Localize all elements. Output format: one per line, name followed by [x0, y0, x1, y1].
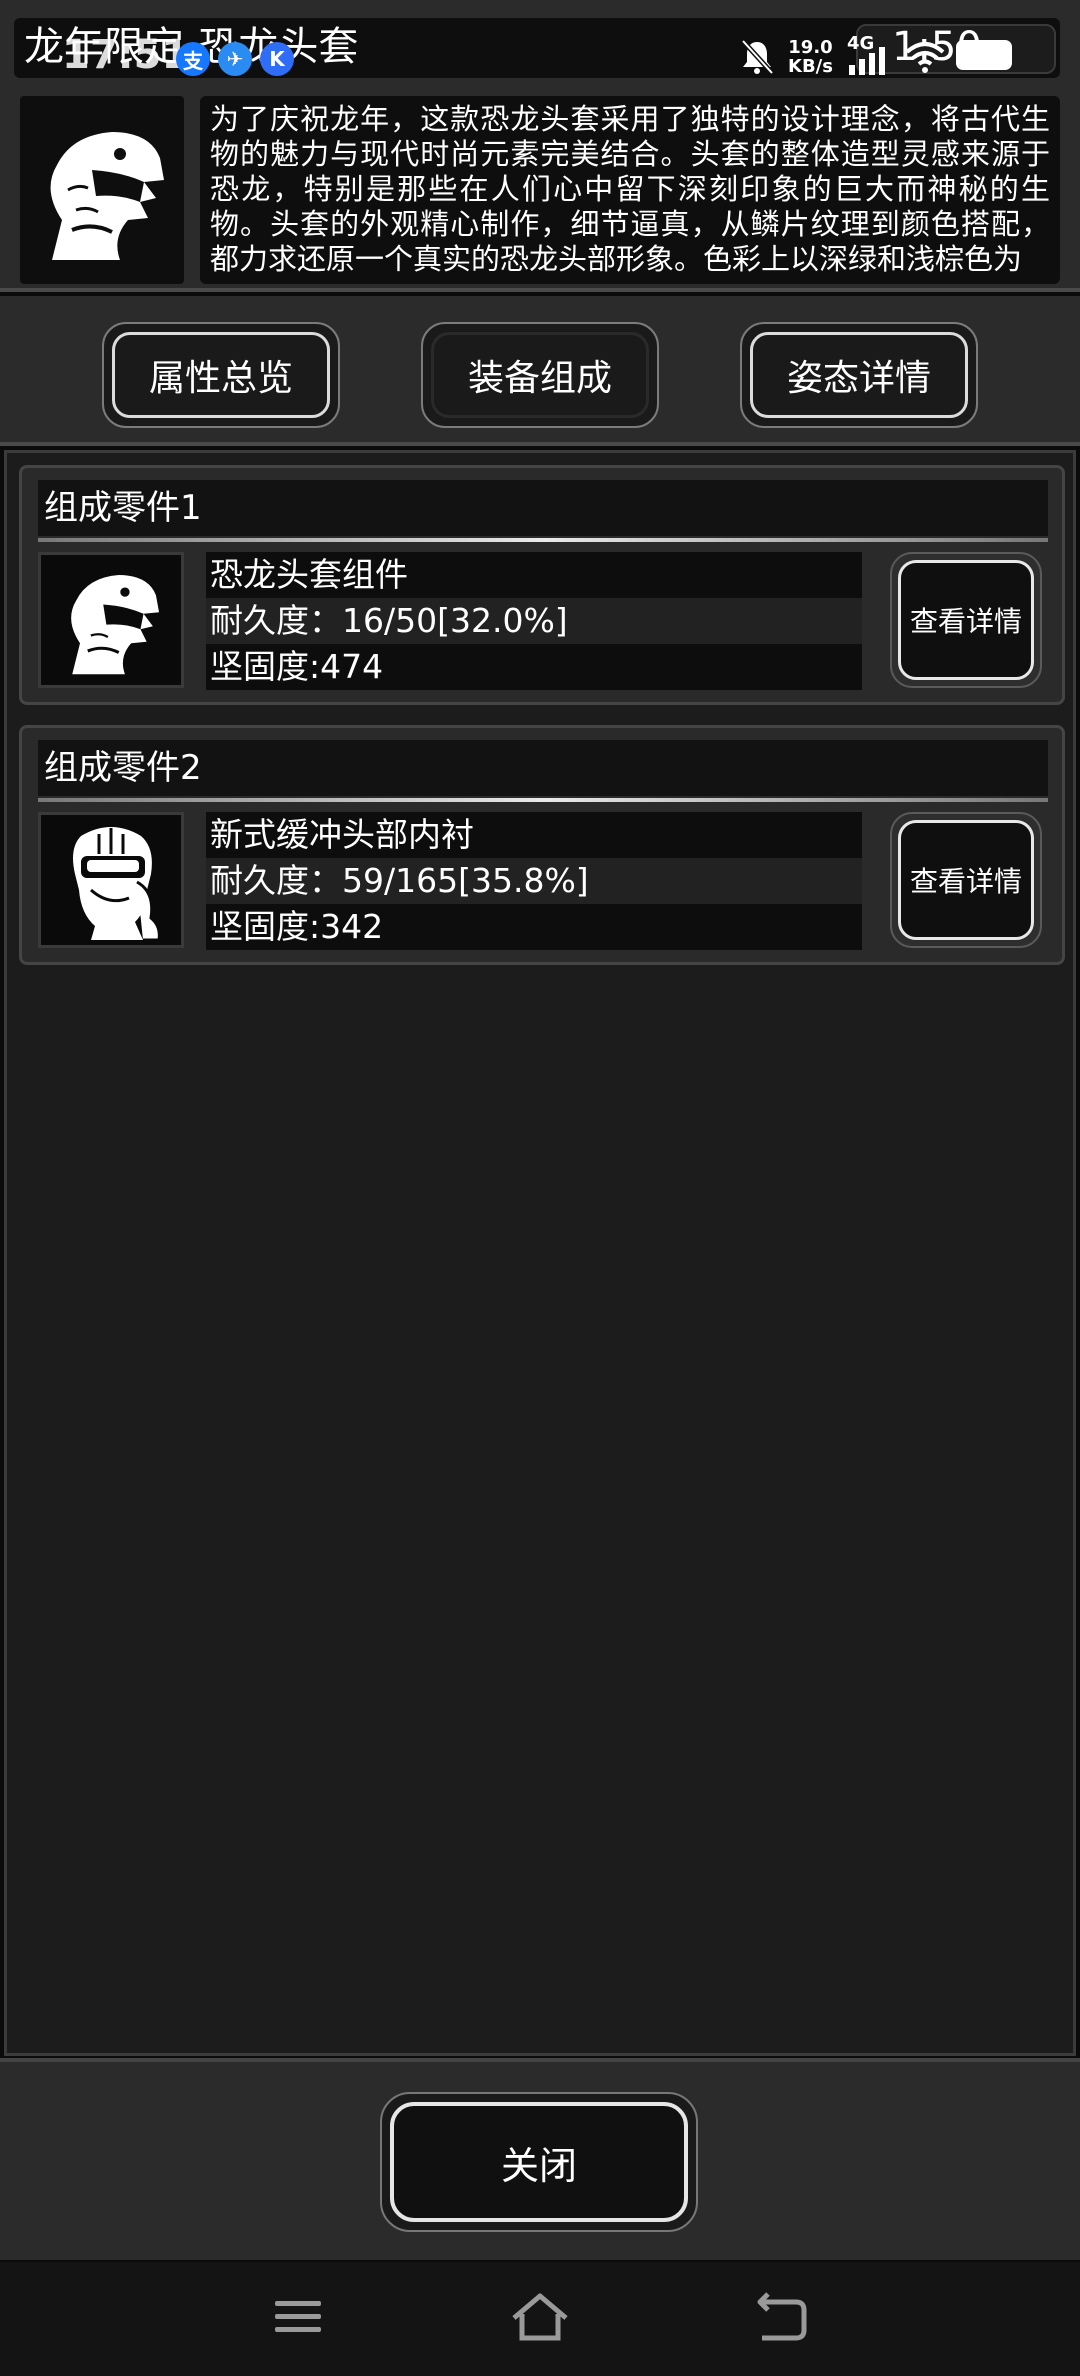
- tab-label: 装备组成: [467, 358, 612, 399]
- close-button-label: 关闭: [500, 2143, 577, 2188]
- battery-icon: [956, 40, 1012, 70]
- status-app-icons: 支 ✈ K: [176, 42, 294, 76]
- close-button[interactable]: 关闭: [380, 2092, 698, 2232]
- back-button[interactable]: [740, 2282, 820, 2352]
- parts-list[interactable]: 组成零件1 恐龙头套组件 耐久度：16/50[32.0%] 坚固度:474 查看…: [4, 450, 1076, 2056]
- part-info: 恐龙头套组件 耐久度：16/50[32.0%] 坚固度:474: [206, 552, 862, 690]
- helmet-liner-icon: [73, 827, 161, 942]
- dinosaur-head-icon: [50, 132, 164, 260]
- feather-app-icon: ✈: [218, 42, 252, 76]
- part-durability: 耐久度：16/50[32.0%]: [206, 598, 862, 644]
- divider: [38, 538, 1048, 542]
- tab-label: 属性总览: [148, 358, 293, 399]
- view-details-button[interactable]: 查看详情: [890, 552, 1042, 688]
- part-name: 新式缓冲头部内衬: [206, 812, 862, 858]
- part-name: 恐龙头套组件: [206, 552, 862, 598]
- part-header: 组成零件2: [38, 740, 1048, 796]
- tab-label: 姿态详情: [786, 358, 931, 399]
- home-button[interactable]: [500, 2282, 580, 2352]
- item-image: [20, 96, 184, 284]
- item-header: 龙年限定-恐龙头套 17:51 支 ✈ K 19.0 KB/s 4G: [0, 0, 1080, 292]
- net-speed: 19.0 KB/s: [788, 38, 833, 76]
- signal-indicator: 4G: [847, 33, 891, 77]
- divider: [38, 798, 1048, 802]
- dialog-footer: 关闭: [0, 2058, 1080, 2260]
- part-durability: 耐久度：59/165[35.8%]: [206, 858, 862, 904]
- part-image: [38, 812, 184, 948]
- part-card-2: 组成零件2 新式缓冲头部内衬 耐久度：59/165[35.8%] 坚固度:342…: [19, 725, 1065, 965]
- back-icon: [757, 2292, 807, 2341]
- part-card-1: 组成零件1 恐龙头套组件 耐久度：16/50[32.0%] 坚固度:474 查看…: [19, 465, 1065, 705]
- part-hardness: 坚固度:474: [206, 644, 862, 690]
- net-speed-unit: KB/s: [788, 56, 833, 77]
- part-header: 组成零件1: [38, 480, 1048, 536]
- tab-composition[interactable]: 装备组成: [421, 322, 659, 428]
- tab-posture[interactable]: 姿态详情: [740, 322, 978, 428]
- mute-bell-icon: [741, 39, 774, 75]
- item-description-box[interactable]: 为了庆祝龙年，这款恐龙头套采用了独特的设计理念，将古代生物的魅力与现代时尚元素完…: [200, 96, 1060, 284]
- signal-icon: [848, 47, 885, 75]
- view-details-button[interactable]: 查看详情: [890, 812, 1042, 948]
- item-description: 为了庆祝龙年，这款恐龙头套采用了独特的设计理念，将古代生物的魅力与现代时尚元素完…: [210, 102, 1050, 276]
- k-app-icon: K: [260, 42, 294, 76]
- status-time: 17:51: [62, 32, 190, 78]
- menu-icon: [275, 2301, 321, 2332]
- button-label: 查看详情: [909, 865, 1022, 898]
- menu-button[interactable]: [258, 2282, 338, 2352]
- home-icon: [512, 2293, 568, 2341]
- tab-attributes[interactable]: 属性总览: [102, 322, 340, 428]
- dinosaur-head-icon: [71, 575, 160, 675]
- alipay-icon: 支: [176, 42, 210, 76]
- system-nav-bar: [0, 2262, 1080, 2376]
- part-hardness: 坚固度:342: [206, 904, 862, 950]
- button-label: 查看详情: [909, 605, 1022, 638]
- tab-bar: 属性总览 装备组成 姿态详情: [0, 296, 1080, 446]
- net-speed-value: 19.0: [788, 37, 833, 58]
- part-image: [38, 552, 184, 688]
- part-info: 新式缓冲头部内衬 耐久度：59/165[35.8%] 坚固度:342: [206, 812, 862, 950]
